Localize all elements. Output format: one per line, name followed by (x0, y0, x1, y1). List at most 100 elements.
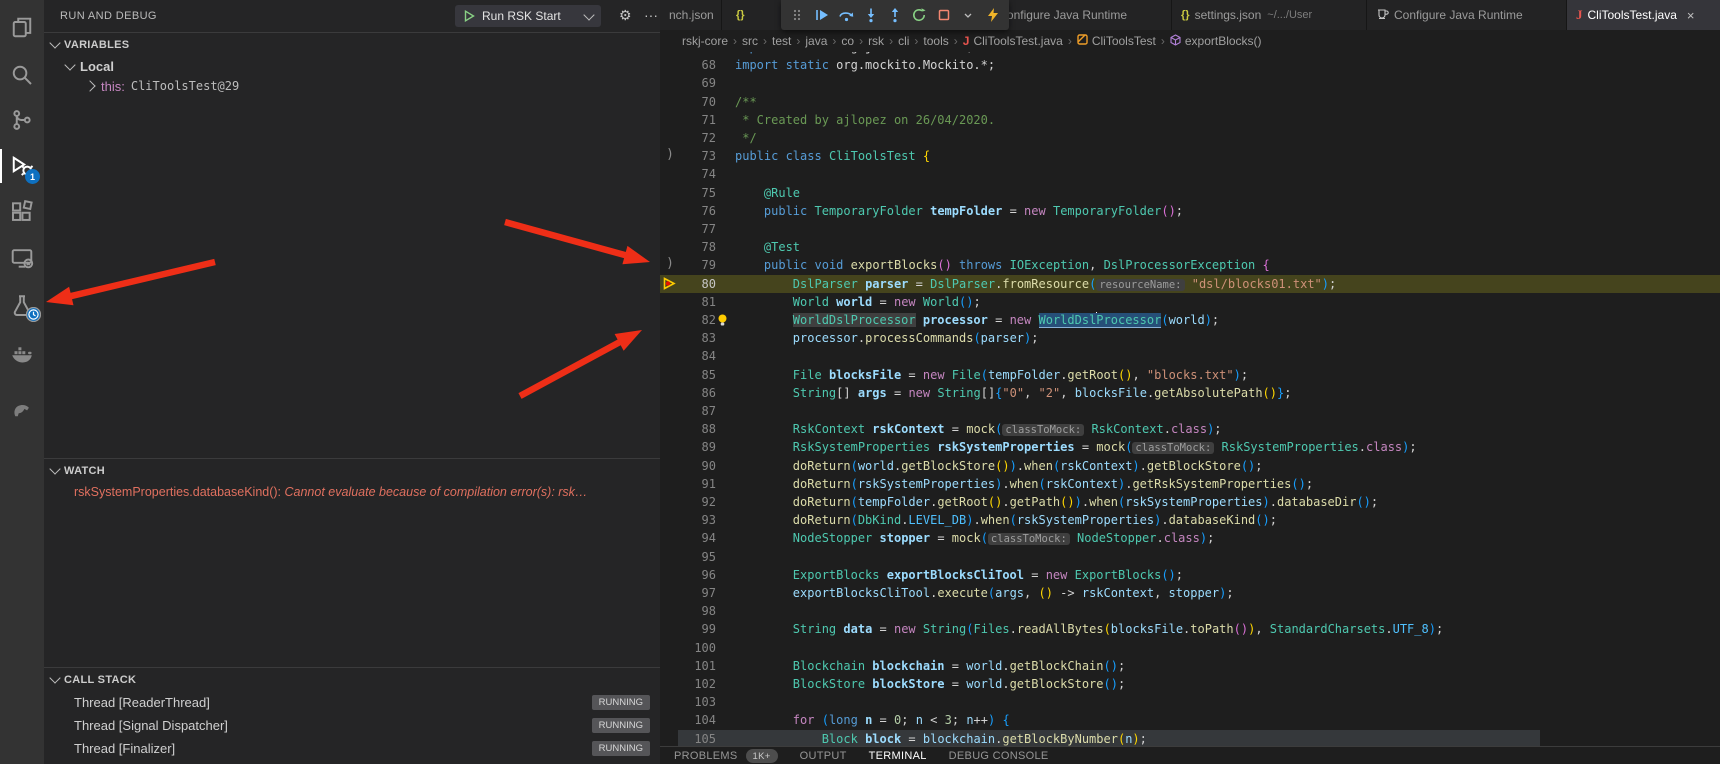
gradle-activity-item[interactable] (0, 388, 44, 428)
variables-header[interactable]: VARIABLES (44, 32, 660, 56)
line-number[interactable]: 70 (680, 93, 716, 111)
line-number[interactable]: 80 (680, 275, 716, 293)
line-number[interactable]: 73 (680, 147, 716, 165)
code-editor[interactable]: 67import static org.junit.Assert.*;68imp… (660, 52, 1720, 746)
extensions-activity-item[interactable] (0, 192, 44, 232)
line-number[interactable]: 75 (680, 184, 716, 202)
stop-icon[interactable] (934, 5, 954, 25)
docker-activity-item[interactable] (0, 333, 44, 373)
line-number[interactable]: 97 (680, 584, 716, 602)
line-number[interactable]: 79 (680, 256, 716, 274)
gear-icon[interactable]: ⚙ (619, 7, 632, 24)
fold-arc[interactable]: ) (662, 147, 678, 162)
watch-expression[interactable]: rskSystemProperties.databaseKind(): Cann… (44, 482, 660, 502)
line-number[interactable]: 69 (680, 74, 716, 92)
line-number[interactable]: 104 (680, 711, 716, 729)
code-text: @Rule (735, 184, 800, 202)
breadcrumb-item-clitoolstest-java[interactable]: JCliToolsTest.java (963, 34, 1063, 48)
breadcrumb-item-test[interactable]: test (772, 34, 791, 48)
code-line-70: 70/** (660, 93, 1720, 111)
panel-tab-problems[interactable]: PROBLEMS1K+ (674, 749, 778, 763)
line-number[interactable]: 68 (680, 56, 716, 74)
line-number[interactable]: 102 (680, 675, 716, 693)
line-number[interactable]: 94 (680, 529, 716, 547)
line-number[interactable]: 87 (680, 402, 716, 420)
line-number[interactable]: 78 (680, 238, 716, 256)
tab-settings-json[interactable]: {}settings.json~/.../User (1172, 0, 1367, 30)
variable-item-this[interactable]: this:CliToolsTest@29 (44, 76, 660, 96)
explorer-activity-item[interactable] (0, 8, 44, 48)
step-out-icon[interactable] (885, 5, 905, 25)
call-stack-header[interactable]: CALL STACK (44, 667, 660, 691)
line-number[interactable]: 77 (680, 220, 716, 238)
line-number[interactable]: 88 (680, 420, 716, 438)
call-stack-thread-thread-reference-handler[interactable]: Thread [Reference Handler]RUNNING (44, 760, 660, 764)
line-number[interactable]: 95 (680, 548, 716, 566)
variables-scope-local[interactable]: Local (44, 56, 660, 76)
remote-explorer-activity-item[interactable] (0, 238, 44, 278)
call-stack-thread-thread-finalizer[interactable]: Thread [Finalizer]RUNNING (44, 737, 660, 760)
line-number[interactable]: 83 (680, 329, 716, 347)
call-stack-thread-thread-signal-dispatcher[interactable]: Thread [Signal Dispatcher]RUNNING (44, 714, 660, 737)
code-text: String data = new String(Files.readAllBy… (735, 620, 1443, 638)
call-stack-thread-thread-readerthread[interactable]: Thread [ReaderThread]RUNNING (44, 691, 660, 714)
line-number[interactable]: 71 (680, 111, 716, 129)
line-number[interactable]: 100 (680, 639, 716, 657)
fold-arc[interactable]: ) (662, 256, 678, 271)
breadcrumb-item-rsk[interactable]: rsk (868, 34, 884, 48)
testing-activity-item[interactable] (0, 286, 44, 326)
tab-nch-json[interactable]: nch.json (660, 0, 722, 30)
chevron-down-icon[interactable] (958, 5, 978, 25)
line-number[interactable]: 99 (680, 620, 716, 638)
line-number[interactable]: 92 (680, 493, 716, 511)
current-breakpoint-icon[interactable] (661, 276, 677, 294)
more-actions-icon[interactable]: ··· (644, 7, 658, 23)
tab-configure-java-runtime[interactable]: Configure Java Runtime (1367, 0, 1567, 30)
line-number[interactable]: 81 (680, 293, 716, 311)
line-number[interactable]: 74 (680, 165, 716, 183)
grip-icon (787, 5, 807, 25)
line-number[interactable]: 105 (680, 730, 716, 746)
step-over-icon[interactable] (836, 5, 856, 25)
run-and-debug-activity-item[interactable]: 1 (0, 146, 44, 186)
watch-header[interactable]: WATCH (44, 458, 660, 482)
close-icon[interactable]: × (1687, 8, 1695, 23)
line-number[interactable]: 85 (680, 366, 716, 384)
step-into-icon[interactable] (861, 5, 881, 25)
run-config-dropdown[interactable]: Run RSK Start (455, 5, 601, 27)
panel-tab-label: DEBUG CONSOLE (949, 750, 1049, 762)
breadcrumb-item-rskj-core[interactable]: rskj-core (682, 34, 728, 48)
line-number[interactable]: 98 (680, 602, 716, 620)
breadcrumb-item-tools[interactable]: tools (923, 34, 948, 48)
breadcrumb-item-src[interactable]: src (742, 34, 758, 48)
restart-icon[interactable] (909, 5, 929, 25)
line-number[interactable]: 103 (680, 693, 716, 711)
continue-icon[interactable] (812, 5, 832, 25)
panel-tab-debug-console[interactable]: DEBUG CONSOLE (949, 750, 1049, 762)
line-number[interactable]: 90 (680, 457, 716, 475)
breadcrumb-item-exportblocks[interactable]: exportBlocks() (1170, 34, 1262, 49)
tab-clitoolstest-java[interactable]: JCliToolsTest.java× (1567, 0, 1720, 30)
panel-tab-output[interactable]: OUTPUT (800, 750, 847, 762)
breadcrumb-item-clitoolstest[interactable]: CliToolsTest (1077, 34, 1156, 48)
line-number[interactable]: 96 (680, 566, 716, 584)
breadcrumb-item-java[interactable]: java (805, 34, 827, 48)
line-number[interactable]: 72 (680, 129, 716, 147)
search-activity-item[interactable] (0, 55, 44, 95)
source-control-activity-item[interactable] (0, 100, 44, 140)
line-number[interactable]: 86 (680, 384, 716, 402)
line-number[interactable]: 93 (680, 511, 716, 529)
line-number[interactable]: 101 (680, 657, 716, 675)
breadcrumb-label: java (805, 34, 827, 48)
variables-list: this:CliToolsTest@29 (44, 76, 660, 96)
panel-tab-terminal[interactable]: TERMINAL (869, 750, 927, 762)
line-number[interactable]: 91 (680, 475, 716, 493)
breadcrumb-item-co[interactable]: co (841, 34, 854, 48)
hot-code-replace-icon[interactable] (983, 5, 1003, 25)
line-number[interactable]: 76 (680, 202, 716, 220)
breadcrumb-item-cli[interactable]: cli (898, 34, 909, 48)
line-number[interactable]: 84 (680, 347, 716, 365)
line-number[interactable]: 89 (680, 438, 716, 456)
line-number[interactable]: 82 (680, 311, 716, 329)
lightbulb-icon[interactable] (714, 313, 730, 330)
